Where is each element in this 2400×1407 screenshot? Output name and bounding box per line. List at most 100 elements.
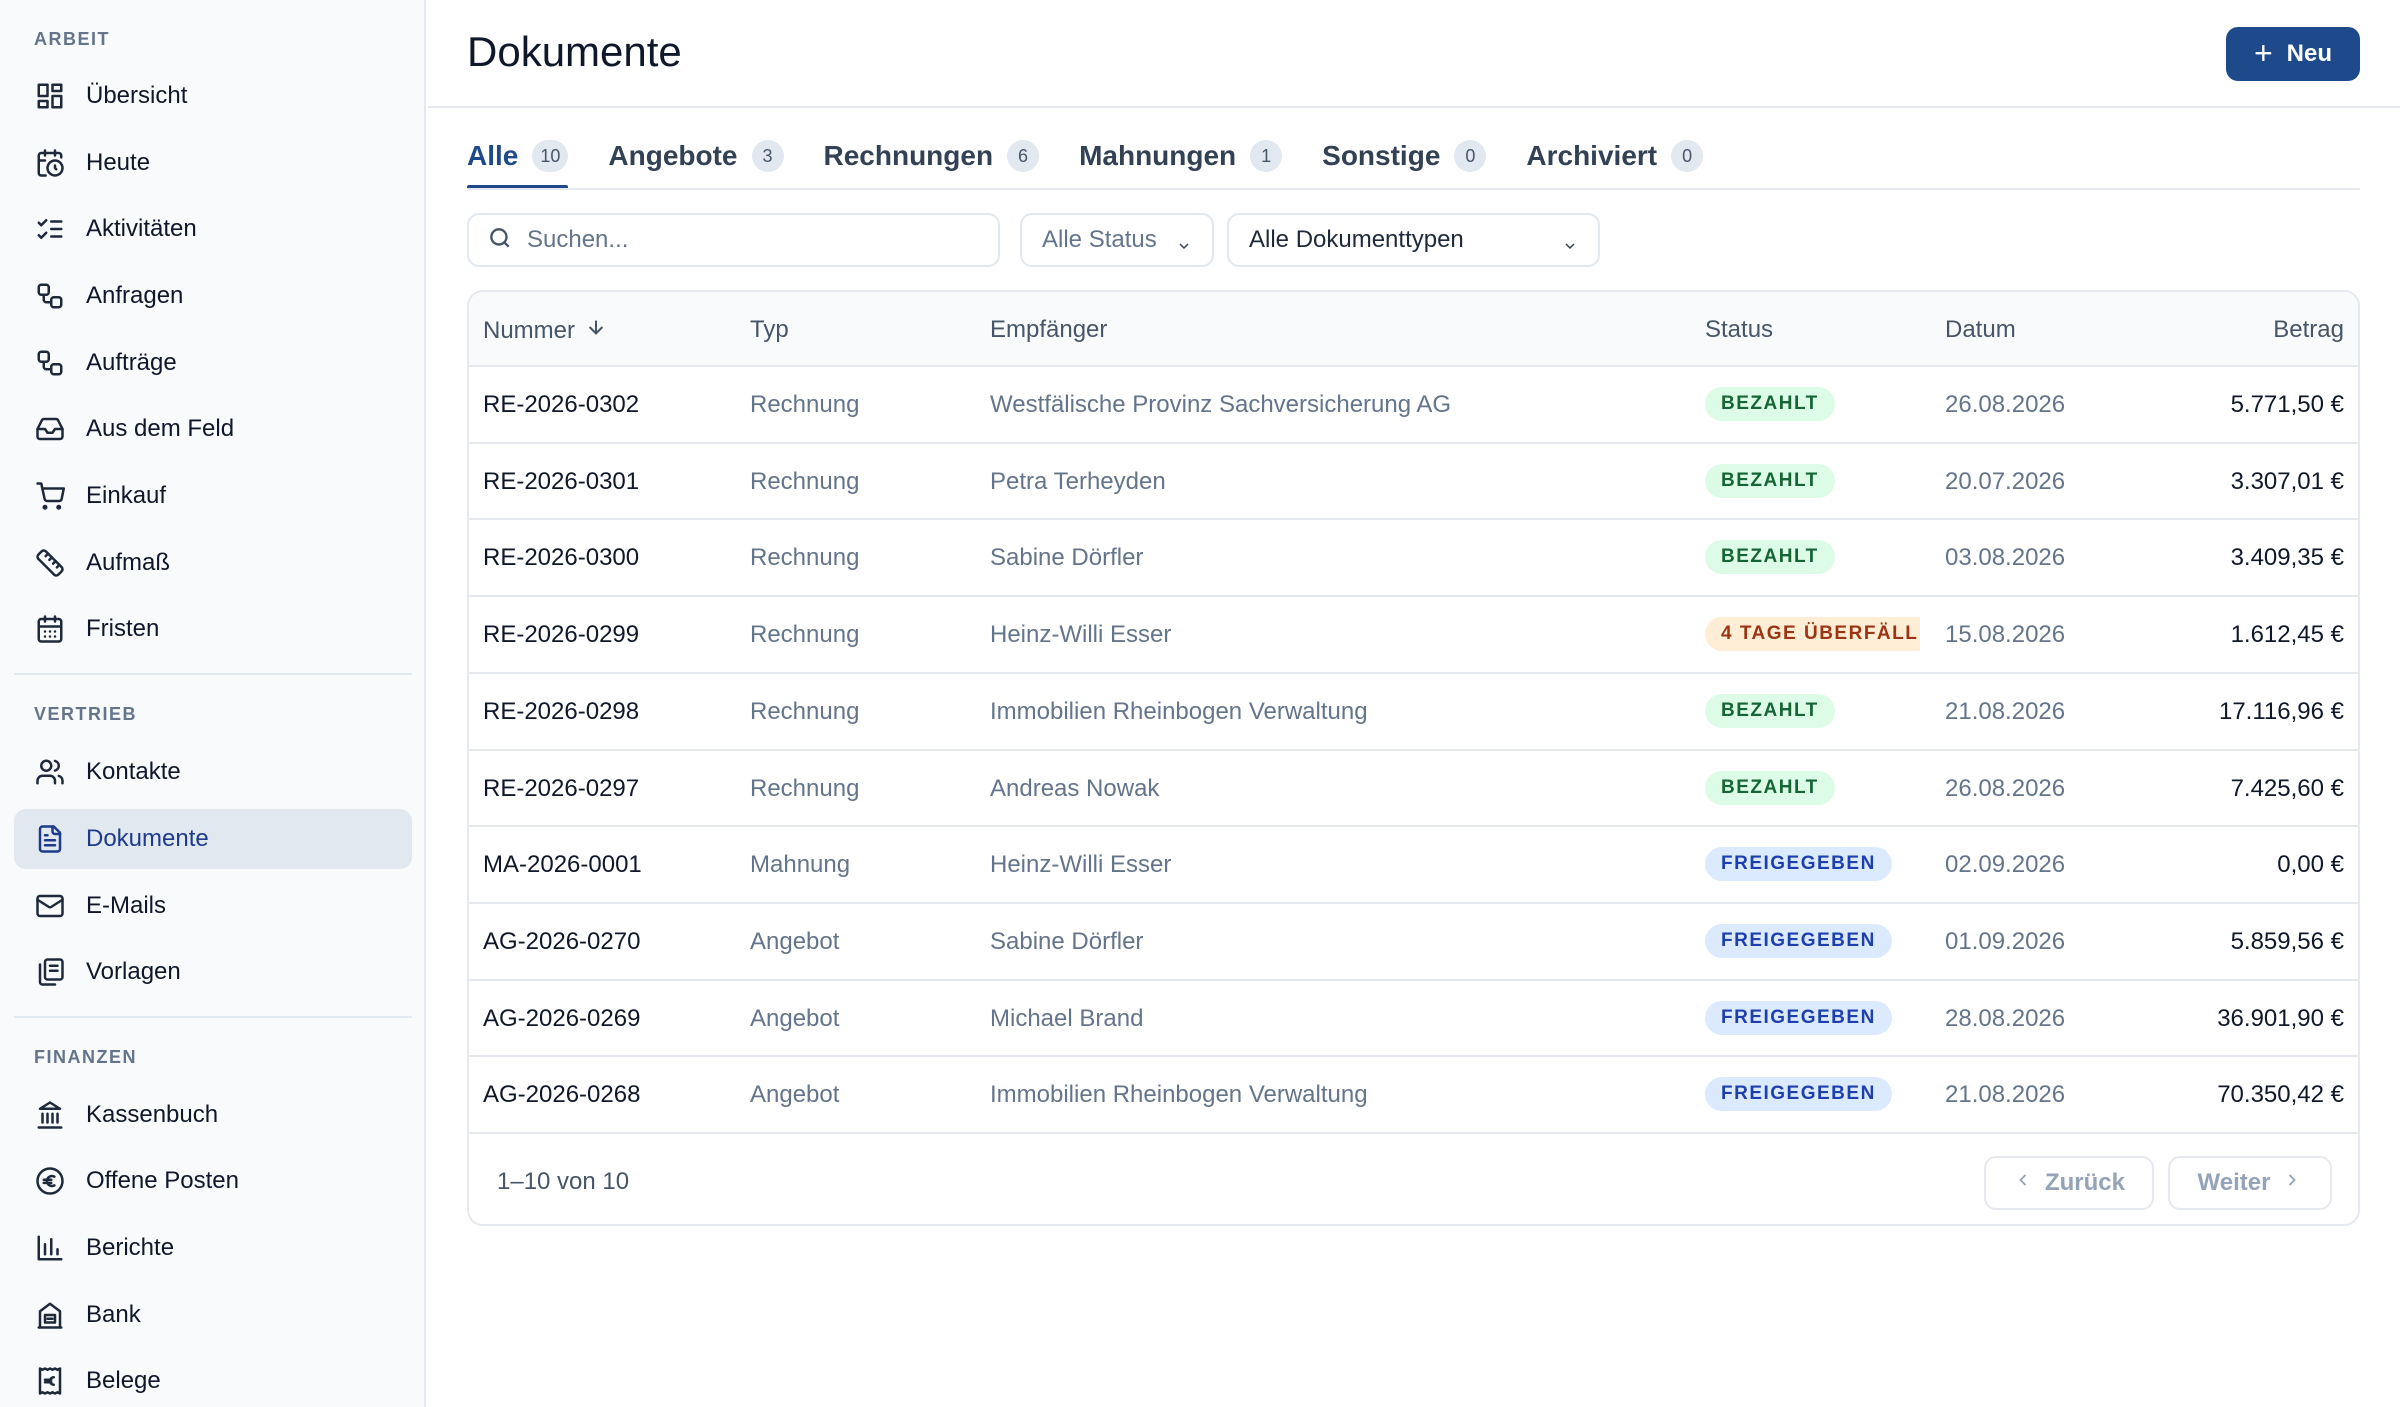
bank-icon xyxy=(34,1099,66,1131)
document-number[interactable]: MA-2026-0001 xyxy=(483,851,642,879)
page-title: Dokumente xyxy=(467,28,682,75)
header-divider xyxy=(428,106,2400,108)
document-number[interactable]: RE-2026-0299 xyxy=(483,621,639,649)
document-type-select[interactable]: Alle Dokumenttypen xyxy=(1227,213,1600,267)
section-title-vertrieb: VERTRIEB xyxy=(34,704,138,724)
list-checks-icon xyxy=(34,213,66,245)
section-title-finanzen: FINANZEN xyxy=(34,1047,137,1067)
sidebar-item-label: Bank xyxy=(86,1301,141,1328)
sidebar-item-uebersicht[interactable]: Übersicht xyxy=(14,66,412,126)
sidebar-item-label: Vorlagen xyxy=(86,958,181,985)
table-row[interactable]: AG-2026-0270 Angebot Sabine Dörfler FREIGEG… xyxy=(469,901,2358,979)
column-header-label: Nummer xyxy=(483,316,576,344)
dashboard-icon xyxy=(34,80,66,112)
table-row[interactable]: MA-2026-0001 Mahnung Heinz-Willi Esser FREI… xyxy=(469,825,2358,902)
column-header-status[interactable]: Status xyxy=(1705,316,1773,344)
column-header-recipient[interactable]: Empfänger xyxy=(990,316,1107,344)
tab-alle[interactable]: Alle 10 xyxy=(467,124,569,190)
document-amount: 7.425,60 € xyxy=(2230,774,2344,802)
document-amount: 5.859,56 € xyxy=(2230,927,2344,955)
tab-sonstige[interactable]: Sonstige 0 xyxy=(1322,124,1487,188)
column-header-number[interactable]: Nummer xyxy=(483,316,607,345)
sidebar-item-dokumente[interactable]: Dokumente xyxy=(14,809,412,869)
document-recipient: Immobilien Rheinbogen Verwaltung xyxy=(990,1081,1368,1109)
sidebar-item-offene-posten[interactable]: Offene Posten xyxy=(14,1151,412,1211)
document-icon xyxy=(34,823,66,855)
copy-icon xyxy=(34,956,66,988)
sidebar-item-berichte[interactable]: Berichte xyxy=(14,1218,412,1278)
sidebar-item-heute[interactable]: Heute xyxy=(14,133,412,193)
tab-rechnungen[interactable]: Rechnungen 6 xyxy=(824,124,1040,188)
search-input[interactable] xyxy=(527,226,967,254)
document-number[interactable]: RE-2026-0302 xyxy=(483,391,639,419)
status-cell: FREIGEGEBEN xyxy=(1705,1000,1920,1035)
document-amount: 3.409,35 € xyxy=(2230,544,2344,572)
sidebar-item-vorlagen[interactable]: Vorlagen xyxy=(14,942,412,1002)
users-icon xyxy=(34,756,66,788)
tab-count-badge: 0 xyxy=(1671,140,1704,172)
table-row[interactable]: RE-2026-0300 Rechnung Sabine Dörfler BEZAHL… xyxy=(469,518,2358,595)
document-date: 28.08.2026 xyxy=(1945,1004,2066,1032)
document-number[interactable]: AG-2026-0270 xyxy=(483,928,640,956)
pagination-range: 1–10 von 10 xyxy=(497,1168,630,1195)
document-number[interactable]: AG-2026-0268 xyxy=(483,1081,640,1109)
sidebar-item-anfragen[interactable]: Anfragen xyxy=(14,266,412,326)
document-amount: 0,00 € xyxy=(2277,851,2344,879)
status-badge: BEZAHLT xyxy=(1705,463,1835,498)
search-icon xyxy=(487,225,513,256)
document-recipient: Sabine Dörfler xyxy=(990,927,1144,955)
sidebar-item-aus-dem-feld[interactable]: Aus dem Feld xyxy=(14,399,412,459)
sidebar-item-aktivitaeten[interactable]: Aktivitäten xyxy=(14,199,412,259)
document-recipient: Sabine Dörfler xyxy=(990,544,1144,572)
sidebar-item-label: E-Mails xyxy=(86,892,167,919)
table-row[interactable]: RE-2026-0302 Rechnung Westfälische Provinz… xyxy=(469,365,2358,442)
document-date: 26.08.2026 xyxy=(1945,391,2066,418)
document-number[interactable]: AG-2026-0269 xyxy=(483,1005,640,1033)
sidebar-item-aufmass[interactable]: Aufmaß xyxy=(14,533,412,593)
document-number[interactable]: RE-2026-0297 xyxy=(483,775,639,803)
sidebar-item-kontakte[interactable]: Kontakte xyxy=(14,742,412,802)
document-recipient: Heinz-Willi Esser xyxy=(990,851,1172,879)
tab-mahnungen[interactable]: Mahnungen 1 xyxy=(1079,124,1283,188)
status-cell: BEZAHLT xyxy=(1705,387,1920,421)
document-tabs: Alle 10 Angebote 3 Rechnungen 6 Mahnunge… xyxy=(467,124,1743,190)
status-filter-select[interactable]: Alle Status xyxy=(1020,213,1214,267)
table-row[interactable]: RE-2026-0298 Rechnung Immobilien Rheinboge… xyxy=(469,671,2358,749)
sidebar-item-bank[interactable]: Bank xyxy=(14,1285,412,1345)
sidebar-item-auftraege[interactable]: Aufträge xyxy=(14,333,412,393)
table-footer: 1–10 von 10 Zurück Weiter xyxy=(469,1132,2358,1224)
sidebar-item-fristen[interactable]: Fristen xyxy=(14,599,412,659)
tab-archiviert[interactable]: Archiviert 0 xyxy=(1526,124,1704,188)
table-row[interactable]: RE-2026-0297 Rechnung Andreas Nowak BEZAHLT… xyxy=(469,748,2358,826)
sidebar-item-belege[interactable]: Belege xyxy=(14,1351,412,1407)
previous-page-button[interactable]: Zurück xyxy=(1984,1156,2154,1210)
tab-count-badge: 10 xyxy=(532,140,569,172)
euro-circle-icon xyxy=(34,1165,66,1197)
bar-chart-icon xyxy=(34,1232,66,1264)
status-badge: FREIGEGEBEN xyxy=(1705,1000,1892,1035)
status-badge: FREIGEGEBEN xyxy=(1705,1077,1892,1112)
document-type: Rechnung xyxy=(750,544,860,572)
sidebar-item-kassenbuch[interactable]: Kassenbuch xyxy=(14,1085,412,1145)
document-number[interactable]: RE-2026-0298 xyxy=(483,698,639,726)
new-document-button[interactable]: + Neu xyxy=(2226,27,2360,81)
column-header-amount[interactable]: Betrag xyxy=(2273,316,2344,344)
status-cell: BEZAHLT xyxy=(1705,540,1920,575)
sidebar-item-e-mails[interactable]: E-Mails xyxy=(14,876,412,936)
table-row[interactable]: RE-2026-0301 Rechnung Petra Terheyden BEZAH… xyxy=(469,441,2358,519)
tab-angebote[interactable]: Angebote 3 xyxy=(608,124,784,188)
chevron-down-icon xyxy=(1562,233,1578,250)
table-row[interactable]: AG-2026-0269 Angebot Michael Brand FREIGEGE… xyxy=(469,978,2358,1056)
table-row[interactable]: RE-2026-0299 Rechnung Heinz-Willi Esser 4 T… xyxy=(469,595,2358,672)
table-row[interactable]: AG-2026-0268 Angebot Immobilien Rheinbogen… xyxy=(469,1055,2358,1132)
column-header-date[interactable]: Datum xyxy=(1945,316,2016,344)
sidebar-item-einkauf[interactable]: Einkauf xyxy=(14,466,412,526)
next-page-button[interactable]: Weiter xyxy=(2168,1156,2332,1210)
document-number[interactable]: RE-2026-0301 xyxy=(483,468,639,496)
sidebar-item-label: Aufträge xyxy=(86,349,177,376)
sidebar-divider xyxy=(14,1016,412,1018)
column-header-type[interactable]: Typ xyxy=(750,316,789,344)
document-number[interactable]: RE-2026-0300 xyxy=(483,544,639,572)
search-box xyxy=(467,213,1000,267)
status-badge: BEZAHLT xyxy=(1705,387,1835,421)
